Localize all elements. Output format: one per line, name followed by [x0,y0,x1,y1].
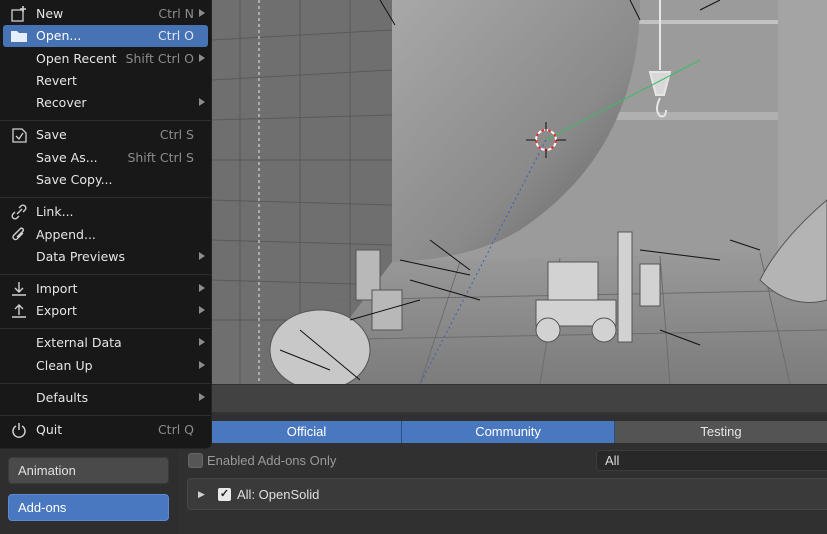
tab-official[interactable]: Official [212,421,403,443]
menu-item-label: Export [36,303,77,318]
submenu-arrow-icon [199,54,205,62]
submenu-arrow-icon [199,393,205,401]
category-add-ons[interactable]: Add-ons [8,494,169,521]
menu-item-save[interactable]: Save Ctrl S [3,124,208,146]
menu-item-append[interactable]: Append... [3,224,208,246]
menu-item-label: Open... [36,28,82,43]
folder-icon [10,28,28,44]
link-icon [10,204,28,220]
menu-item-label: Save Copy... [36,172,113,187]
import-icon [10,281,28,297]
menu-item-import[interactable]: Import [3,278,208,300]
addon-row[interactable]: ▶ ✓ All: OpenSolid [198,485,319,503]
menu-item-shortcut: Ctrl O [157,28,194,43]
menu-item-label: Save [36,127,67,142]
category-animation[interactable]: Animation [8,457,169,484]
menu-item-revert[interactable]: Revert [3,70,208,92]
file-menu: New Ctrl N Open... Ctrl O Open Recent Shift C… [0,0,212,449]
submenu-arrow-icon [199,338,205,346]
submenu-arrow-icon [199,306,205,314]
menu-item-recover[interactable]: Recover [3,92,208,114]
menu-item-label: Import [36,281,78,296]
menu-item-shortcut: Ctrl Q [157,422,194,437]
checkbox-icon[interactable] [188,452,203,468]
menu-item-label: Data Previews [36,249,125,264]
menu-item-open[interactable]: Open... Ctrl O [3,25,208,47]
menu-item-defaults[interactable]: Defaults [3,387,208,409]
menu-item-label: Save As... [36,150,98,165]
submenu-arrow-icon [199,284,205,292]
addon-name-label: All: OpenSolid [237,486,320,502]
paperclip-icon [10,227,28,243]
menu-item-label: Open Recent [36,51,117,66]
menu-separator [0,383,211,384]
submenu-arrow-icon [199,9,205,17]
category-filter-select[interactable]: All [596,450,827,471]
addon-enabled-checkbox[interactable]: ✓ [218,487,231,501]
menu-item-label: New [36,6,64,21]
menu-separator [0,120,211,121]
save-icon [10,127,28,143]
new-file-icon [10,6,28,22]
submenu-arrow-icon [199,361,205,369]
menu-separator [0,328,211,329]
export-icon [10,303,28,319]
menu-separator [0,197,211,198]
menu-item-data-previews[interactable]: Data Previews [3,246,208,268]
menu-item-link[interactable]: Link... [3,201,208,223]
menu-item-save-copy[interactable]: Save Copy... [3,169,208,191]
menu-item-shortcut: Ctrl S [159,127,194,142]
menu-separator [0,274,211,275]
menu-item-label: Recover [36,95,87,110]
menu-item-label: Revert [36,73,77,88]
menu-item-quit[interactable]: Quit Ctrl Q [3,419,208,441]
tab-testing[interactable]: Testing [615,421,827,443]
submenu-arrow-icon [199,252,205,260]
menu-item-export[interactable]: Export [3,300,208,322]
menu-item-external-data[interactable]: External Data [3,332,208,354]
menu-item-clean-up[interactable]: Clean Up [3,355,208,377]
menu-item-label: Append... [36,227,96,242]
menu-item-new[interactable]: New Ctrl N [3,3,208,25]
menu-item-label: Quit [36,422,63,437]
menu-item-save-as[interactable]: Save As... Shift Ctrl S [3,147,208,169]
expand-triangle-icon[interactable]: ▶ [198,489,218,500]
power-icon [10,422,28,438]
menu-item-shortcut: Shift Ctrl S [127,150,194,165]
enabled-addons-only-label: Enabled Add-ons Only [207,452,337,468]
menu-item-label: Defaults [36,390,89,405]
enabled-addons-only-toggle[interactable]: Enabled Add-ons Only [188,451,336,469]
menu-item-label: Clean Up [36,358,93,373]
addon-support-tabs: Official Community Testing [212,421,827,443]
submenu-arrow-icon [199,98,205,106]
menu-separator [0,415,211,416]
tab-community[interactable]: Community [402,421,616,443]
menu-item-label: External Data [36,335,122,350]
menu-item-shortcut: Shift Ctrl O [125,51,194,66]
menu-item-shortcut: Ctrl N [158,6,194,21]
menu-item-label: Link... [36,204,74,219]
menu-item-open-recent[interactable]: Open Recent Shift Ctrl O [3,48,208,70]
